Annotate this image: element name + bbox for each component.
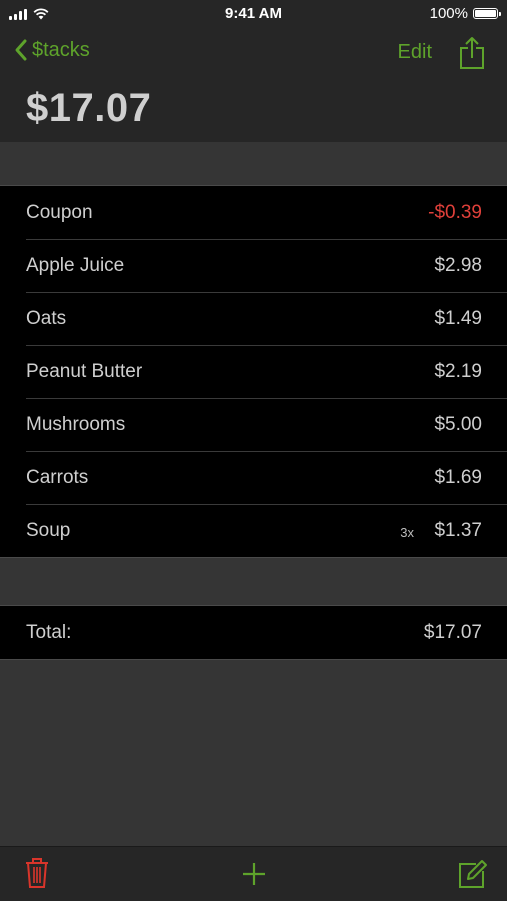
trash-icon [26,858,48,888]
item-name: Coupon [26,202,93,223]
item-price: $1.49 [434,308,482,329]
battery-percent: 100% [429,5,468,22]
item-price: $2.19 [434,361,482,382]
item-list: Coupon -$0.39 Apple Juice $2.98 Oats $1.… [0,185,507,558]
stack-total-heading: $17.07 [26,86,152,130]
delete-button[interactable] [25,857,49,894]
list-item[interactable]: Carrots $1.69 [0,451,507,504]
item-price: $5.00 [434,414,482,435]
share-button[interactable] [459,36,485,75]
back-button[interactable]: $tacks [14,38,90,62]
item-name: Soup [26,520,71,541]
status-bar: 9:41 AM 100% [0,0,507,28]
total-row: Total: $17.07 [0,605,507,660]
list-item[interactable]: Peanut Butter $2.19 [0,345,507,398]
back-button-label: $tacks [32,38,90,61]
edit-button[interactable]: Edit [398,41,432,64]
total-value: $17.07 [423,622,482,643]
item-name: Oats [26,308,67,329]
list-item[interactable]: Oats $1.49 [0,292,507,345]
status-right: 100% [429,5,501,22]
item-price: $1.37 [434,520,482,541]
list-item[interactable]: Mushrooms $5.00 [0,398,507,451]
item-name: Carrots [26,467,89,488]
add-item-button[interactable] [242,862,266,891]
list-item[interactable]: Apple Juice $2.98 [0,239,507,292]
navigation-bar: $tacks Edit $17.07 [0,28,507,142]
item-price: -$0.39 [428,202,482,223]
section-spacer [0,142,507,185]
bottom-toolbar [0,846,507,901]
compose-button[interactable] [458,859,488,894]
item-quantity: 3x [400,525,414,540]
plus-icon [243,863,265,885]
item-price: $2.98 [434,255,482,276]
chevron-left-icon [15,39,27,61]
list-item[interactable]: Coupon -$0.39 [0,186,507,239]
item-name: Apple Juice [26,255,125,276]
compose-icon [459,860,487,888]
total-label: Total: [26,622,72,643]
battery-icon [473,8,501,19]
item-name: Peanut Butter [26,361,143,382]
item-price: $1.69 [434,467,482,488]
list-item[interactable]: Soup 3x $1.37 [0,504,507,557]
share-icon [460,37,484,69]
item-name: Mushrooms [26,414,126,435]
